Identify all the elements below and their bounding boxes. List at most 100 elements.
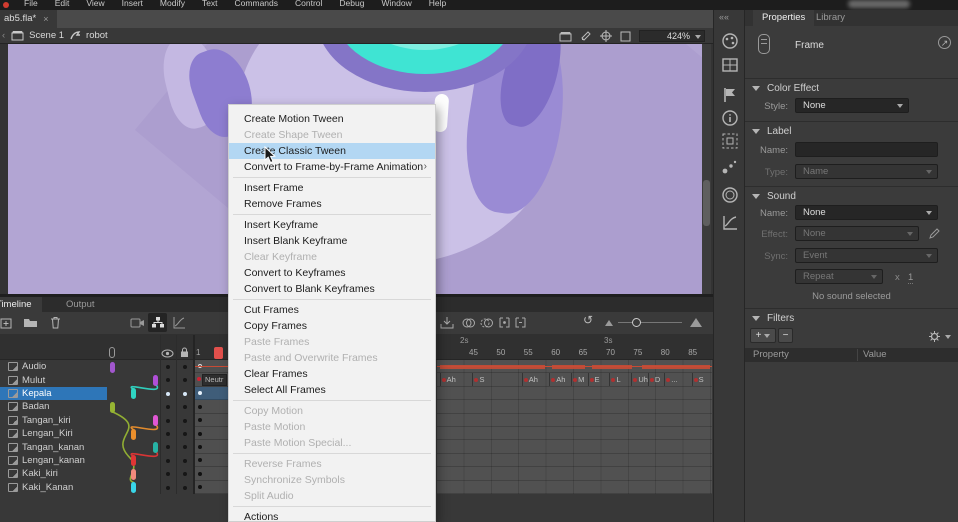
frame-row-tangan_kiri[interactable] (437, 414, 712, 427)
section-sound[interactable]: Sound (752, 191, 796, 202)
parent-marker-mulut[interactable] (153, 375, 158, 386)
keyframe-dot[interactable] (650, 378, 654, 382)
keyframe-dot[interactable] (590, 378, 594, 382)
close-icon[interactable]: × (43, 10, 48, 28)
zoom-level-dropdown[interactable]: 424% (639, 30, 705, 42)
keyframe-dot[interactable] (694, 378, 698, 382)
layer-row-kaki_kanan[interactable]: Kaki_Kanan (0, 481, 107, 494)
scene-breadcrumb[interactable]: Scene 1 (29, 30, 64, 41)
modify-markers-icon[interactable] (514, 316, 527, 329)
layer-row-lengan_kanan[interactable]: Lengan_kanan (0, 454, 107, 467)
menubar-item-edit[interactable]: Edit (55, 0, 70, 8)
context-menu-item-paste-motion-special[interactable]: Paste Motion Special... (229, 435, 435, 451)
collapse-panels-icon[interactable]: «« (719, 12, 729, 22)
menubar-item-text[interactable]: Text (202, 0, 218, 8)
context-menu-item-convert-to-keyframes[interactable]: Convert to Keyframes (229, 265, 435, 281)
repeat-count-stepper[interactable]: 1 (908, 272, 913, 284)
menubar-item-control[interactable]: Control (295, 0, 322, 8)
context-menu-item-paste-motion[interactable]: Paste Motion (229, 419, 435, 435)
menubar-item-insert[interactable]: Insert (122, 0, 143, 8)
frame-cell-kaki_kanan[interactable] (195, 481, 228, 494)
label-type-dropdown[interactable]: Name (795, 164, 938, 179)
tab-properties[interactable]: Properties (753, 10, 814, 26)
motion-presets-icon[interactable] (721, 158, 739, 176)
context-menu-item-clear-frames[interactable]: Clear Frames (229, 366, 435, 382)
tab-timeline[interactable]: Timeline (0, 297, 42, 312)
layer-row-audio[interactable]: Audio (0, 360, 107, 373)
lock-column-icon[interactable] (180, 347, 189, 358)
edit-sound-pencil-icon[interactable] (928, 227, 941, 240)
keyframe-dot[interactable] (442, 378, 446, 382)
context-menu-item-insert-blank-keyframe[interactable]: Insert Blank Keyframe (229, 233, 435, 249)
context-menu-item-reverse-frames[interactable]: Reverse Frames (229, 456, 435, 472)
label-name-input[interactable] (795, 142, 938, 157)
layer-lock-dot[interactable] (183, 392, 187, 396)
menubar-item-commands[interactable]: Commands (235, 0, 278, 8)
clip-content-icon[interactable] (620, 31, 631, 42)
frame-row-kaki_kanan[interactable] (437, 481, 712, 494)
layer-row-kaki_kiri[interactable]: Kaki_kiri (0, 467, 107, 480)
layer-row-mulut[interactable]: Mulut (0, 373, 107, 386)
document-tab[interactable]: ab5.fla* × (0, 10, 57, 28)
align-flag-icon[interactable] (721, 86, 739, 104)
history-chart-icon[interactable] (721, 214, 739, 232)
playhead[interactable] (214, 347, 223, 359)
layer-row-kepala[interactable]: Kepala (0, 387, 107, 400)
menubar-item-view[interactable]: View (86, 0, 104, 8)
parent-marker-badan[interactable] (110, 402, 115, 413)
timeline-zoom-out-icon[interactable] (605, 320, 613, 326)
context-menu-item-paste-frames[interactable]: Paste Frames (229, 334, 435, 350)
context-menu-item-create-classic-tween[interactable]: Create Classic Tween (229, 143, 435, 159)
clapperboard-icon[interactable] (559, 31, 572, 42)
frame-cell-audio[interactable] (195, 360, 228, 373)
layer-lock-dot[interactable] (183, 459, 187, 463)
sound-name-dropdown[interactable]: None (795, 205, 938, 220)
parent-marker-kaki_kanan[interactable] (131, 482, 136, 493)
context-menu-item-convert-to-frame-by-frame-animation[interactable]: Convert to Frame-by-Frame Animation› (229, 159, 435, 175)
back-icon[interactable]: ‹ (2, 30, 5, 41)
visibility-eye-icon[interactable] (161, 349, 174, 358)
layer-lock-dot[interactable] (183, 419, 187, 423)
onion-skin-icon[interactable] (462, 316, 475, 329)
help-link-icon[interactable]: ↗ (938, 36, 951, 49)
center-stage-icon[interactable] (600, 30, 612, 42)
context-menu-item-actions[interactable]: Actions (229, 509, 435, 522)
keyframe-dot[interactable] (524, 378, 528, 382)
context-menu-item-copy-frames[interactable]: Copy Frames (229, 318, 435, 334)
frame-row-badan[interactable] (437, 400, 712, 413)
frame-cell-badan[interactable] (195, 400, 228, 413)
frame-row-tangan_kanan[interactable] (437, 440, 712, 453)
frame-cell-tangan_kanan[interactable] (195, 440, 228, 453)
context-menu-item-insert-keyframe[interactable]: Insert Keyframe (229, 217, 435, 233)
context-menu-item-convert-to-blank-keyframes[interactable]: Convert to Blank Keyframes (229, 281, 435, 297)
edit-symbols-icon[interactable] (580, 30, 592, 42)
frame-cell-mulut[interactable]: Neutr (195, 373, 228, 386)
context-menu-item-create-motion-tween[interactable]: Create Motion Tween (229, 111, 435, 127)
layer-row-tangan_kanan[interactable]: Tangan_kanan (0, 440, 107, 453)
stage-vertical-scrollbar[interactable] (702, 44, 711, 294)
context-menu-item-paste-and-overwrite-frames[interactable]: Paste and Overwrite Frames (229, 350, 435, 366)
parent-marker-tangan_kiri[interactable] (153, 415, 158, 426)
tab-library[interactable]: Library (807, 10, 854, 26)
transform-grid-icon[interactable] (721, 132, 739, 150)
color-palette-icon[interactable] (721, 32, 739, 50)
frame-cell-lengan_kiri[interactable] (195, 427, 228, 440)
swatches-icon[interactable] (721, 56, 739, 74)
new-folder-icon[interactable] (23, 317, 38, 328)
timeline-zoom-slider-track[interactable] (618, 322, 682, 323)
parent-marker-audio[interactable] (110, 362, 115, 373)
frame-row-lengan_kanan[interactable] (437, 454, 712, 467)
tab-output[interactable]: Output (56, 297, 105, 312)
context-menu-item-select-all-frames[interactable]: Select All Frames (229, 382, 435, 398)
new-layer-icon[interactable] (0, 316, 13, 329)
parent-marker-tangan_kanan[interactable] (153, 442, 158, 453)
export-frames-icon[interactable] (440, 316, 454, 329)
frame-cell-tangan_kiri[interactable] (195, 414, 228, 427)
menubar-item-help[interactable]: Help (429, 0, 446, 8)
layer-row-badan[interactable]: Badan (0, 400, 107, 413)
frame-cell-kepala[interactable] (195, 387, 228, 400)
layer-row-lengan_kiri[interactable]: Lengan_Kiri (0, 427, 107, 440)
layer-parenting-toggle[interactable] (148, 313, 167, 332)
context-menu-item-insert-frame[interactable]: Insert Frame (229, 180, 435, 196)
edit-multiple-frames-icon[interactable] (498, 316, 511, 329)
